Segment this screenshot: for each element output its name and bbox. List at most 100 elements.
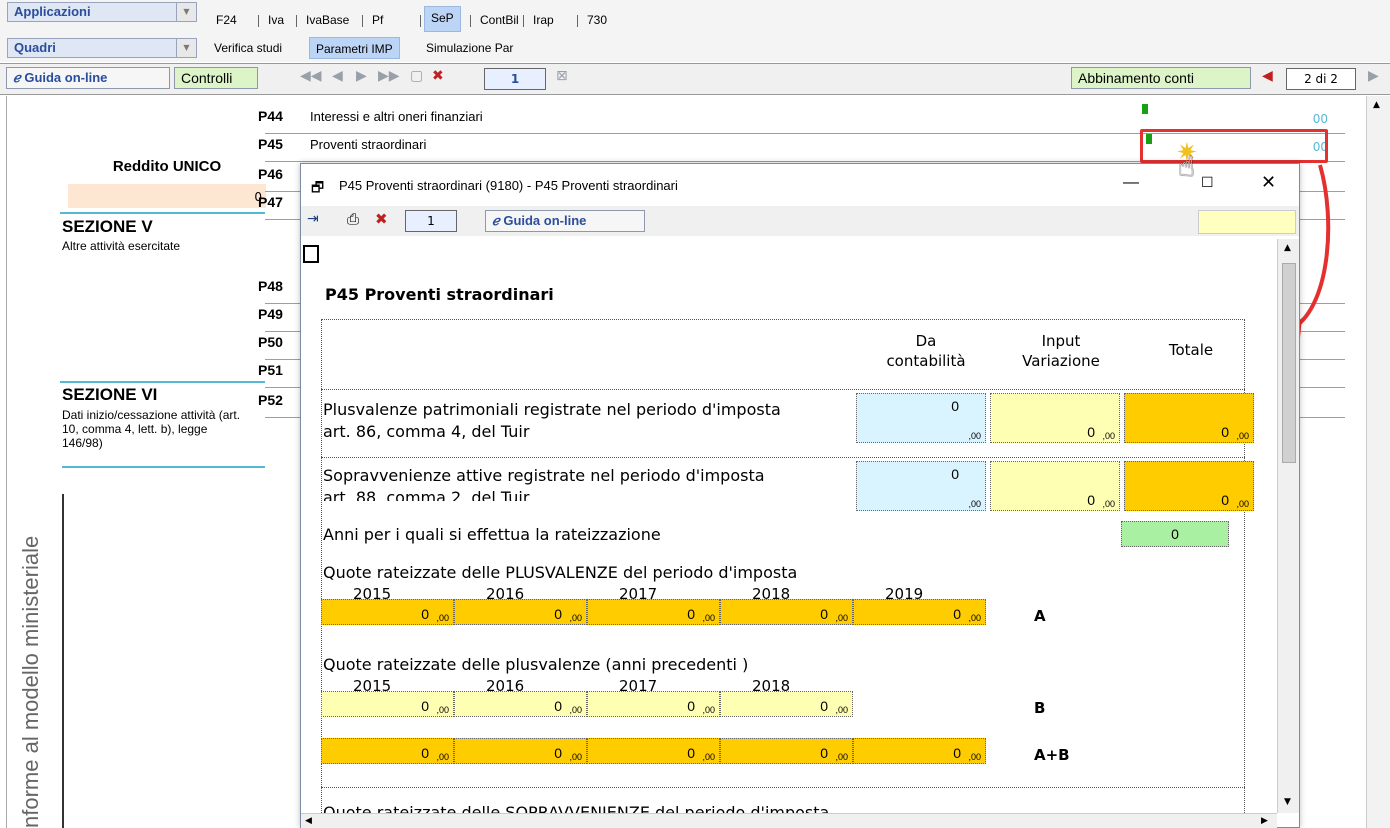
scroll-down-icon[interactable]: ▼ [1284, 797, 1291, 807]
guida-online-button[interactable]: ℯ Guida on-line [6, 67, 170, 89]
dialog-title: P45 Proventi straordinari (9180) - P45 P… [339, 178, 678, 193]
quote-ab-field-1[interactable]: 0,00 [454, 738, 587, 764]
decimals-p44: 00 [1312, 112, 1328, 126]
quote-b-value-2: 0 [687, 698, 695, 714]
controlli-button[interactable]: Controlli [174, 67, 258, 89]
quote-b-field-3[interactable]: 0,00 [720, 691, 853, 717]
plus-da-field[interactable]: 0,00 [856, 393, 986, 443]
new-page-icon[interactable]: ▢ [410, 68, 423, 84]
minimize-icon[interactable]: — [1123, 174, 1139, 192]
plus-tot-field[interactable]: 0,00 [1124, 393, 1254, 443]
dialog-hscroll[interactable]: ◀ ▶ [301, 813, 1277, 828]
scroll-up-icon[interactable]: ▲ [1284, 243, 1291, 253]
focus-checkbox[interactable] [303, 245, 319, 263]
quote-a-field-0[interactable]: 0,00 [321, 599, 454, 625]
quote-ab-field-2[interactable]: 0,00 [587, 738, 720, 764]
quote-b-field-0[interactable]: 0,00 [321, 691, 454, 717]
dialog-guida-button[interactable]: ℯ Guida on-line [485, 210, 645, 232]
next-page-icon[interactable]: ▶ [356, 68, 367, 84]
main-scrollbar[interactable]: ▲ [1366, 96, 1390, 828]
chevron-down-icon[interactable]: ▼ [176, 39, 196, 57]
plus-input-field[interactable]: 0,00 [990, 393, 1120, 443]
sopr-tot-value: 0 [1221, 492, 1229, 508]
tab-separator [470, 15, 471, 27]
tab-ivabase[interactable]: IvaBase [300, 9, 355, 31]
tab-simulazione-par[interactable]: Simulazione Par [420, 37, 519, 59]
tab-irap[interactable]: Irap [527, 9, 560, 31]
quote-a-decimals-0: ,00 [436, 613, 449, 623]
quote-a-field-2[interactable]: 0,00 [587, 599, 720, 625]
divider [62, 466, 265, 468]
tab-pf[interactable]: Pf [366, 9, 389, 31]
delete-icon[interactable]: ✖ [375, 210, 388, 228]
quote-ab-field-0[interactable]: 0,00 [321, 738, 454, 764]
prev-arrow-icon[interactable]: ◀ [1262, 68, 1273, 84]
plus-da-decimals: ,00 [968, 431, 981, 441]
help-icon: ℯ [492, 213, 500, 228]
quote-ab-value-2: 0 [687, 745, 695, 761]
dialog-content: P45 Proventi straordinari Da contabilità… [301, 239, 1277, 813]
page-input[interactable]: 1 [484, 68, 546, 90]
plus-da-value: 0 [951, 398, 959, 414]
quote-b-value-0: 0 [421, 698, 429, 714]
quote-b-field-1[interactable]: 0,00 [454, 691, 587, 717]
row-b-label: B [1034, 699, 1046, 717]
guida-label: Guida on-line [24, 70, 108, 85]
quote-a-field-4[interactable]: 0,00 [853, 599, 986, 625]
dialog-toolbar: ⇥ ⎙ ✖ 1 ℯ Guida on-line [301, 206, 1299, 236]
plus-tot-value: 0 [1221, 424, 1229, 440]
abbinamento-conti-button[interactable]: Abbinamento conti [1071, 67, 1251, 89]
quote-b-decimals-0: ,00 [436, 705, 449, 715]
tab-sep[interactable]: SeP [424, 6, 461, 32]
next-arrow-icon[interactable]: ▶ [1368, 68, 1379, 84]
quadri-label: Quadri [14, 40, 56, 55]
scroll-right-icon[interactable]: ▶ [1261, 816, 1268, 826]
row-ab-label: A+B [1034, 746, 1070, 764]
sezione-vi-subtitle: Dati inizio/cessazione attività (art. 10… [62, 408, 241, 450]
exit-icon[interactable]: ⇥ [307, 211, 319, 227]
applicazioni-select[interactable]: Applicazioni ▼ [7, 2, 197, 22]
sopr-tot-field[interactable]: 0,00 [1124, 461, 1254, 511]
scroll-thumb[interactable] [1282, 263, 1296, 463]
reddito-unico-label: Reddito UNICO [112, 158, 222, 175]
pages-indicator: 2 di 2 [1286, 68, 1356, 90]
reddito-unico-field[interactable]: 0 [68, 184, 266, 208]
tab-separator [420, 15, 421, 27]
delete-all-icon[interactable]: ⊠ [556, 68, 568, 84]
chevron-down-icon[interactable]: ▼ [176, 3, 196, 21]
tab-separator [577, 15, 578, 27]
tab-730[interactable]: 730 [581, 9, 613, 31]
sopr-da-value: 0 [951, 466, 959, 482]
sopr-da-field[interactable]: 0,00 [856, 461, 986, 511]
first-page-icon[interactable]: ◀◀ [300, 68, 322, 84]
scroll-up-icon[interactable]: ▲ [1373, 100, 1380, 110]
close-icon[interactable]: ✕ [1261, 172, 1276, 193]
dialog-vscroll[interactable]: ▲ ▼ [1277, 239, 1299, 813]
quote-a-field-3[interactable]: 0,00 [720, 599, 853, 625]
quote-b-field-2[interactable]: 0,00 [587, 691, 720, 717]
last-page-icon[interactable]: ▶▶ [378, 68, 400, 84]
col-da-contabilita: Da contabilità [886, 332, 966, 370]
prev-page-icon[interactable]: ◀ [332, 68, 343, 84]
print-icon[interactable]: ⎙ [347, 210, 359, 228]
sezione-v-subtitle: Altre attività esercitate [62, 239, 181, 253]
tab-iva[interactable]: Iva [262, 9, 290, 31]
anni-label: Anni per i quali si effettua la rateizza… [323, 525, 661, 544]
anni-field[interactable]: 0 [1121, 521, 1229, 547]
scroll-left-icon[interactable]: ◀ [305, 816, 312, 826]
sopr-input-field[interactable]: 0,00 [990, 461, 1120, 511]
tab-parametri-imp[interactable]: Parametri IMP [309, 37, 400, 59]
quote-ab-field-4[interactable]: 0,00 [853, 738, 986, 764]
delete-page-icon[interactable]: ✖ [432, 68, 444, 84]
tab-f24[interactable]: F24 [210, 9, 243, 31]
tab-contbil[interactable]: ContBil [474, 9, 525, 31]
quote-ab-field-3[interactable]: 0,00 [720, 738, 853, 764]
maximize-icon[interactable]: ☐ [1201, 174, 1214, 191]
quote-a-decimals-1: ,00 [569, 613, 582, 623]
tab-verifica-studi[interactable]: Verifica studi [208, 37, 288, 59]
app-window: Applicazioni ▼ Quadri ▼ F24 Iva IvaBase Pf S… [0, 0, 1390, 828]
dialog-page-input[interactable]: 1 [405, 210, 457, 232]
p45-dialog: 🗗 P45 Proventi straordinari (9180) - P45… [300, 163, 1300, 828]
quadri-select[interactable]: Quadri ▼ [7, 38, 197, 58]
quote-a-field-1[interactable]: 0,00 [454, 599, 587, 625]
